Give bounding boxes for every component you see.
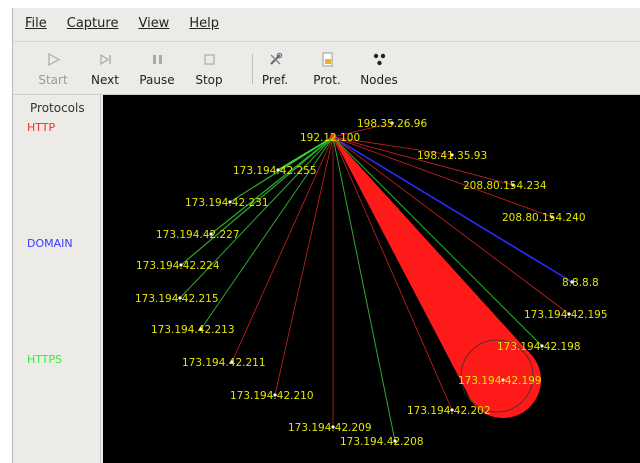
host-label: 173.194.42.208 <box>340 436 424 448</box>
stop-button[interactable]: Stop <box>183 44 235 92</box>
protocol-domain[interactable]: DOMAIN <box>27 237 73 250</box>
host-label: 173.194.42.199 <box>458 375 542 387</box>
next-button-label: Next <box>91 73 119 87</box>
protocols-button-label: Prot. <box>313 73 341 87</box>
step-forward-icon <box>100 53 111 66</box>
preferences-button[interactable]: Pref. <box>249 44 301 92</box>
pause-button[interactable]: Pause <box>131 44 183 92</box>
protocol-http[interactable]: HTTP <box>27 121 55 134</box>
menu-capture[interactable]: Capture <box>59 16 127 31</box>
toolbar: Start Next Pause Stop Pref. Prot. Nodes <box>13 41 640 95</box>
host-label: 173.194.42.255 <box>233 165 317 177</box>
preferences-button-label: Pref. <box>261 73 289 87</box>
host-label: 173.194.42.224 <box>136 260 220 272</box>
host-label: 173.194.42.210 <box>230 390 314 402</box>
host-label: 173.194.42.209 <box>288 422 372 434</box>
nodes-button[interactable]: Nodes <box>353 44 405 92</box>
next-button[interactable]: Next <box>79 44 131 92</box>
stop-icon <box>204 54 215 65</box>
nodes-icon <box>373 53 386 66</box>
host-label: 173.194.42.202 <box>407 405 491 417</box>
host-label: 8.8.8.8 <box>562 277 599 289</box>
protocols-panel: Protocols HTTP DOMAIN HTTPS <box>13 95 101 463</box>
host-label: 198.41.35.93 <box>417 150 487 162</box>
network-graph: 198.35.26.96 198.41.35.93 208.80.154.234 20… <box>135 118 608 448</box>
start-button[interactable]: Start <box>27 44 79 92</box>
tools-icon <box>270 52 283 65</box>
host-label: 173.194.42.231 <box>185 197 269 209</box>
pause-icon <box>153 55 162 64</box>
menu-help-label: Help <box>189 15 219 31</box>
protocols-button[interactable]: Prot. <box>301 44 353 92</box>
document-icon <box>322 52 333 67</box>
host-label: 173.194.42.213 <box>151 324 235 336</box>
pause-button-label: Pause <box>139 73 175 87</box>
host-label: 173.194.42.227 <box>156 229 240 241</box>
connection-edge <box>179 136 334 299</box>
menu-bar: File Capture View Help <box>13 8 640 38</box>
host-label: 173.194.42.195 <box>524 309 608 321</box>
host-label: 173.194.42.215 <box>135 293 219 305</box>
stop-button-label: Stop <box>195 73 223 87</box>
protocol-https[interactable]: HTTPS <box>27 353 62 366</box>
network-graph-canvas[interactable]: 198.35.26.96 198.41.35.93 208.80.154.234 20… <box>103 95 640 463</box>
protocols-title: Protocols <box>30 101 85 115</box>
host-label: 173.194.42.198 <box>497 341 581 353</box>
host-label: 173.194.42.211 <box>182 357 266 369</box>
menu-file-label: File <box>25 15 47 31</box>
start-button-label: Start <box>38 73 68 87</box>
host-label: 198.35.26.96 <box>357 118 427 130</box>
play-icon <box>48 52 61 67</box>
menu-file[interactable]: File <box>17 16 55 31</box>
nodes-button-label: Nodes <box>360 73 398 87</box>
host-label: 208.80.154.234 <box>463 180 547 192</box>
menu-capture-label: Capture <box>66 15 119 31</box>
menu-view[interactable]: View <box>130 16 177 31</box>
host-label: 208.80.154.240 <box>502 212 586 224</box>
local-host-label: 192.12.100 <box>300 132 360 144</box>
menu-view-label: View <box>138 15 170 31</box>
menu-help[interactable]: Help <box>181 16 227 31</box>
